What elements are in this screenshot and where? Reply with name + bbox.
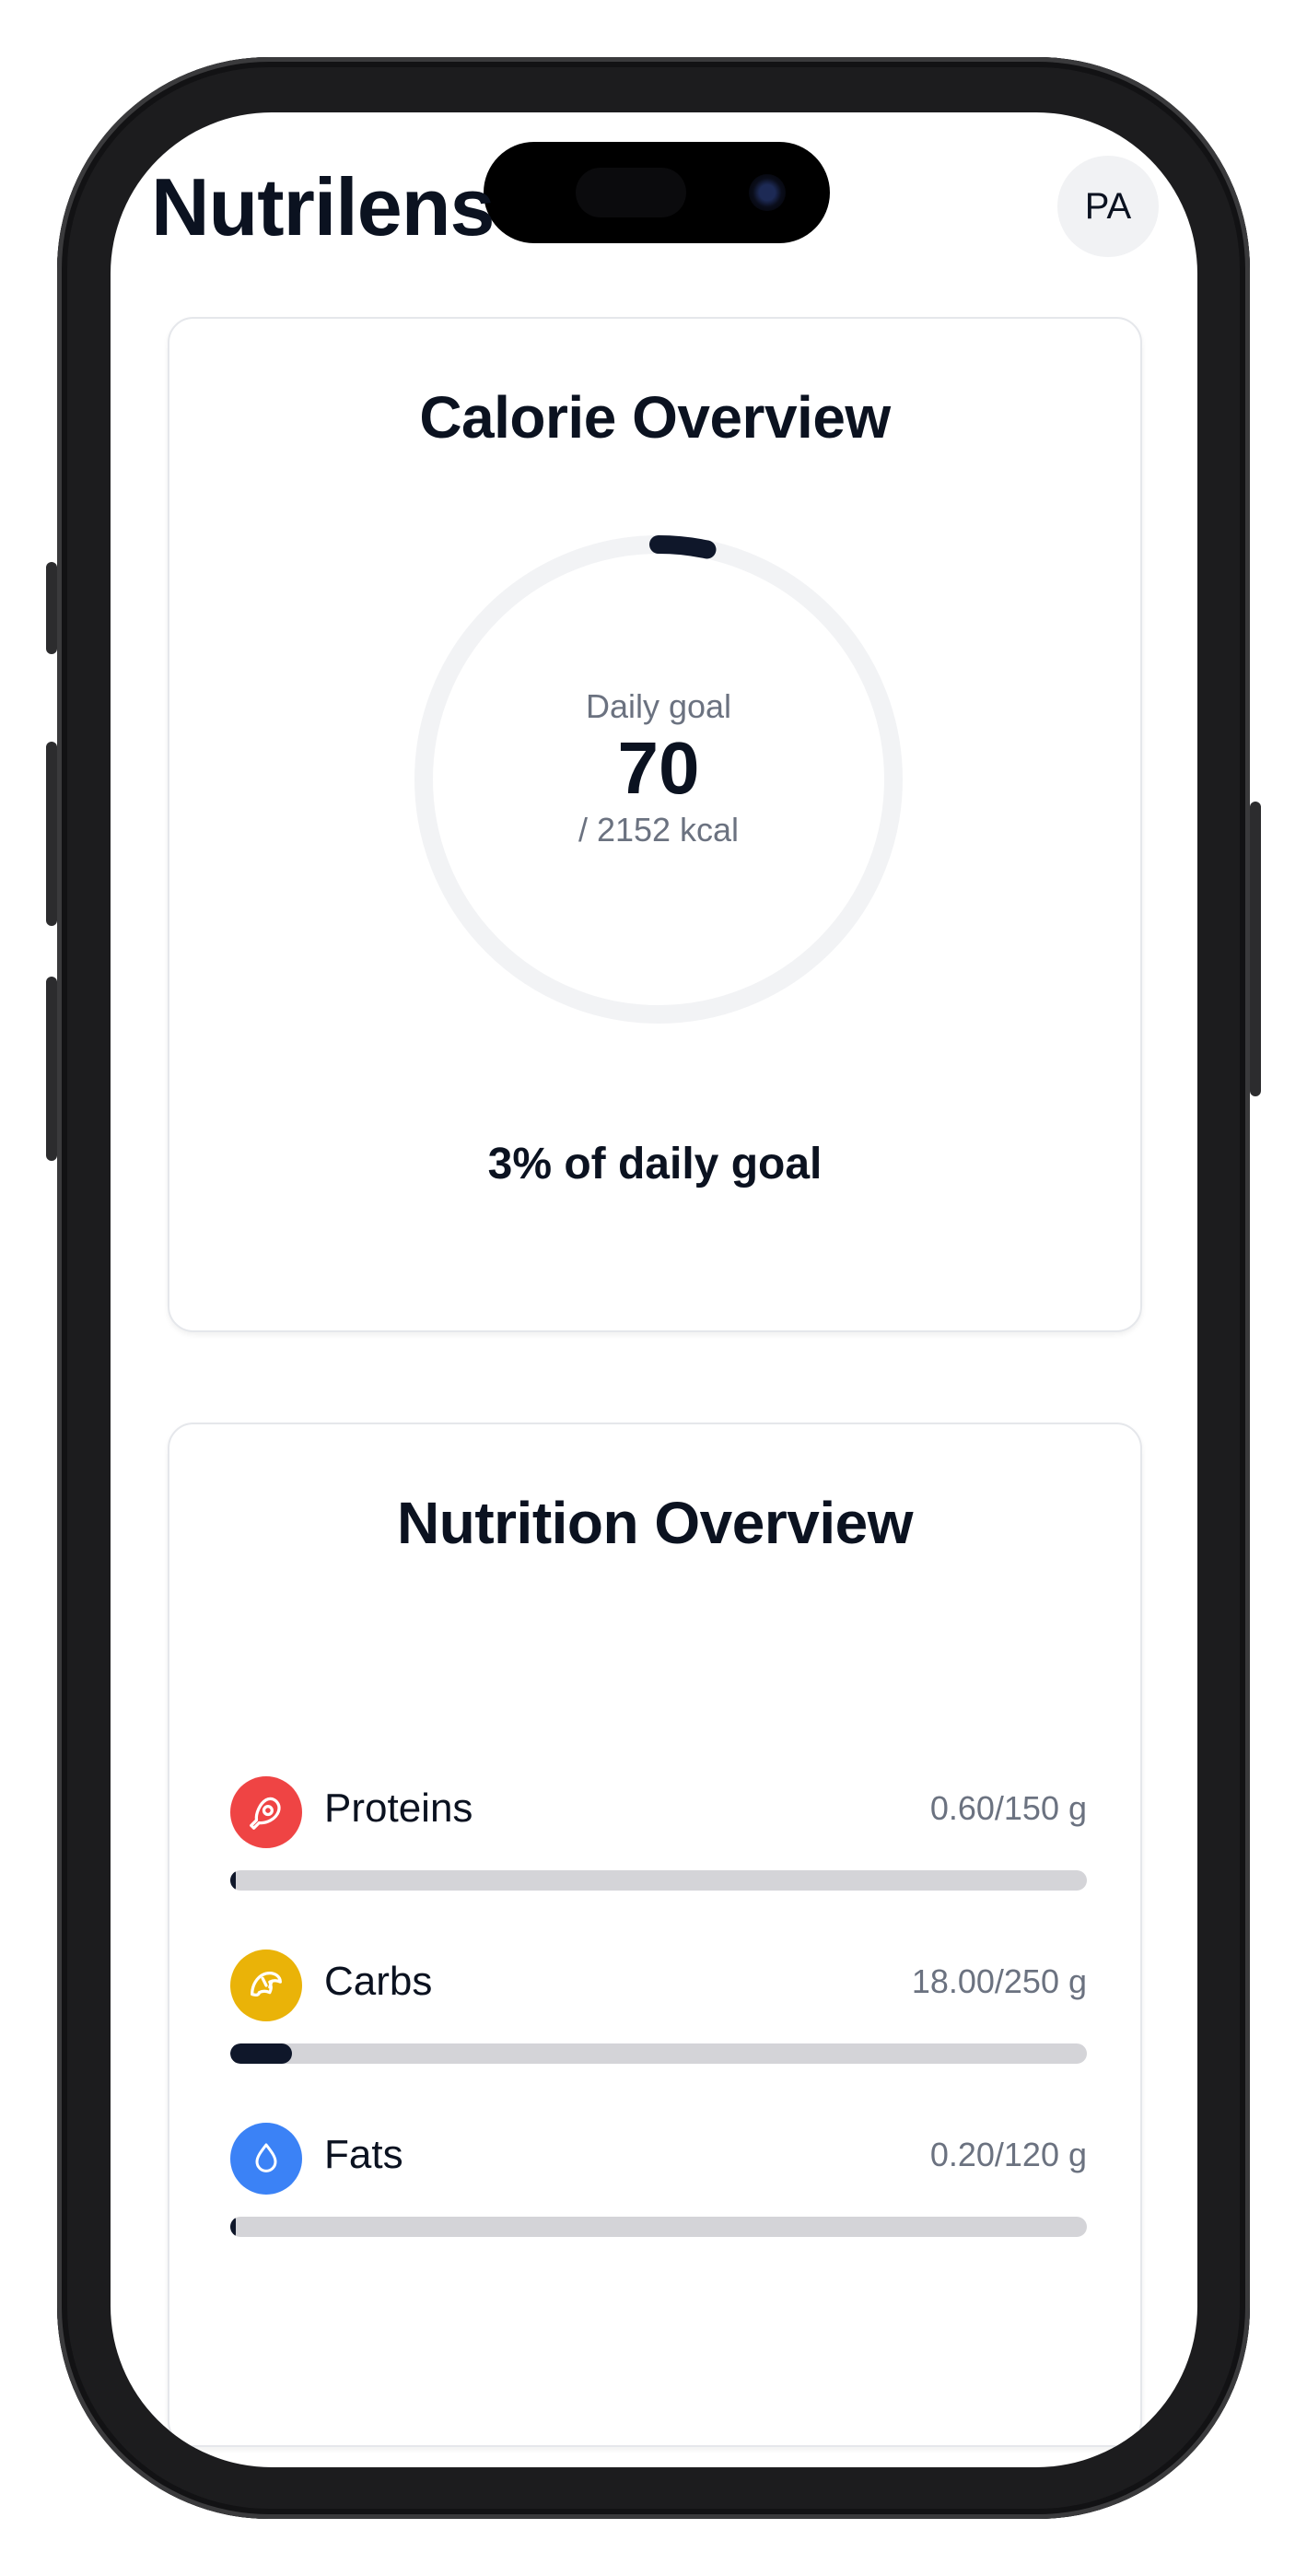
macro-progress-fill <box>230 2043 292 2064</box>
macro-name: Fats <box>324 2132 403 2177</box>
calorie-overview-card: Calorie Overview Daily goal 70 / 2152 kc… <box>168 317 1142 1332</box>
dynamic-island <box>484 142 830 243</box>
daily-goal-percent: 3% of daily goal <box>487 1140 823 1188</box>
island-sensor <box>576 168 686 217</box>
macro-amount: 0.20/120 g <box>929 2136 1087 2173</box>
user-avatar-button[interactable]: PA <box>1057 156 1159 257</box>
phone-volume-up-button <box>46 742 57 926</box>
app-screen: Nutrilens PA Calorie Overview Daily goal… <box>111 112 1197 2467</box>
macro-progress-track <box>230 2043 1087 2064</box>
calorie-overview-title: Calorie Overview <box>419 384 891 451</box>
macro-progress-fill <box>230 1870 236 1891</box>
macro-amount: 18.00/250 g <box>911 1962 1087 2000</box>
nutrition-overview-card: Nutrition Overview Proteins 0.60/150 g C… <box>168 1423 1142 2447</box>
calorie-ring-center: Daily goal 70 / 2152 kcal <box>414 687 903 849</box>
daily-goal-label: Daily goal <box>585 687 732 725</box>
croissant-icon <box>230 1950 302 2021</box>
calorie-goal-text: / 2152 kcal <box>578 811 740 849</box>
macro-progress-track <box>230 2217 1087 2237</box>
macro-name: Proteins <box>324 1786 473 1831</box>
app-title: Nutrilens <box>151 161 495 252</box>
calories-consumed-value: 70 <box>617 727 700 809</box>
macro-progress-fill <box>230 2217 236 2237</box>
phone-volume-down-button <box>46 977 57 1161</box>
macro-amount: 0.60/150 g <box>929 1789 1087 1827</box>
droplet-icon <box>230 2123 302 2195</box>
nutrition-overview-title: Nutrition Overview <box>397 1490 914 1556</box>
meat-icon <box>230 1776 302 1848</box>
phone-power-button <box>1250 802 1261 1096</box>
front-camera-icon <box>749 174 786 211</box>
macro-progress-track <box>230 1870 1087 1891</box>
phone-action-button <box>46 562 57 654</box>
macro-name: Carbs <box>324 1959 433 2004</box>
